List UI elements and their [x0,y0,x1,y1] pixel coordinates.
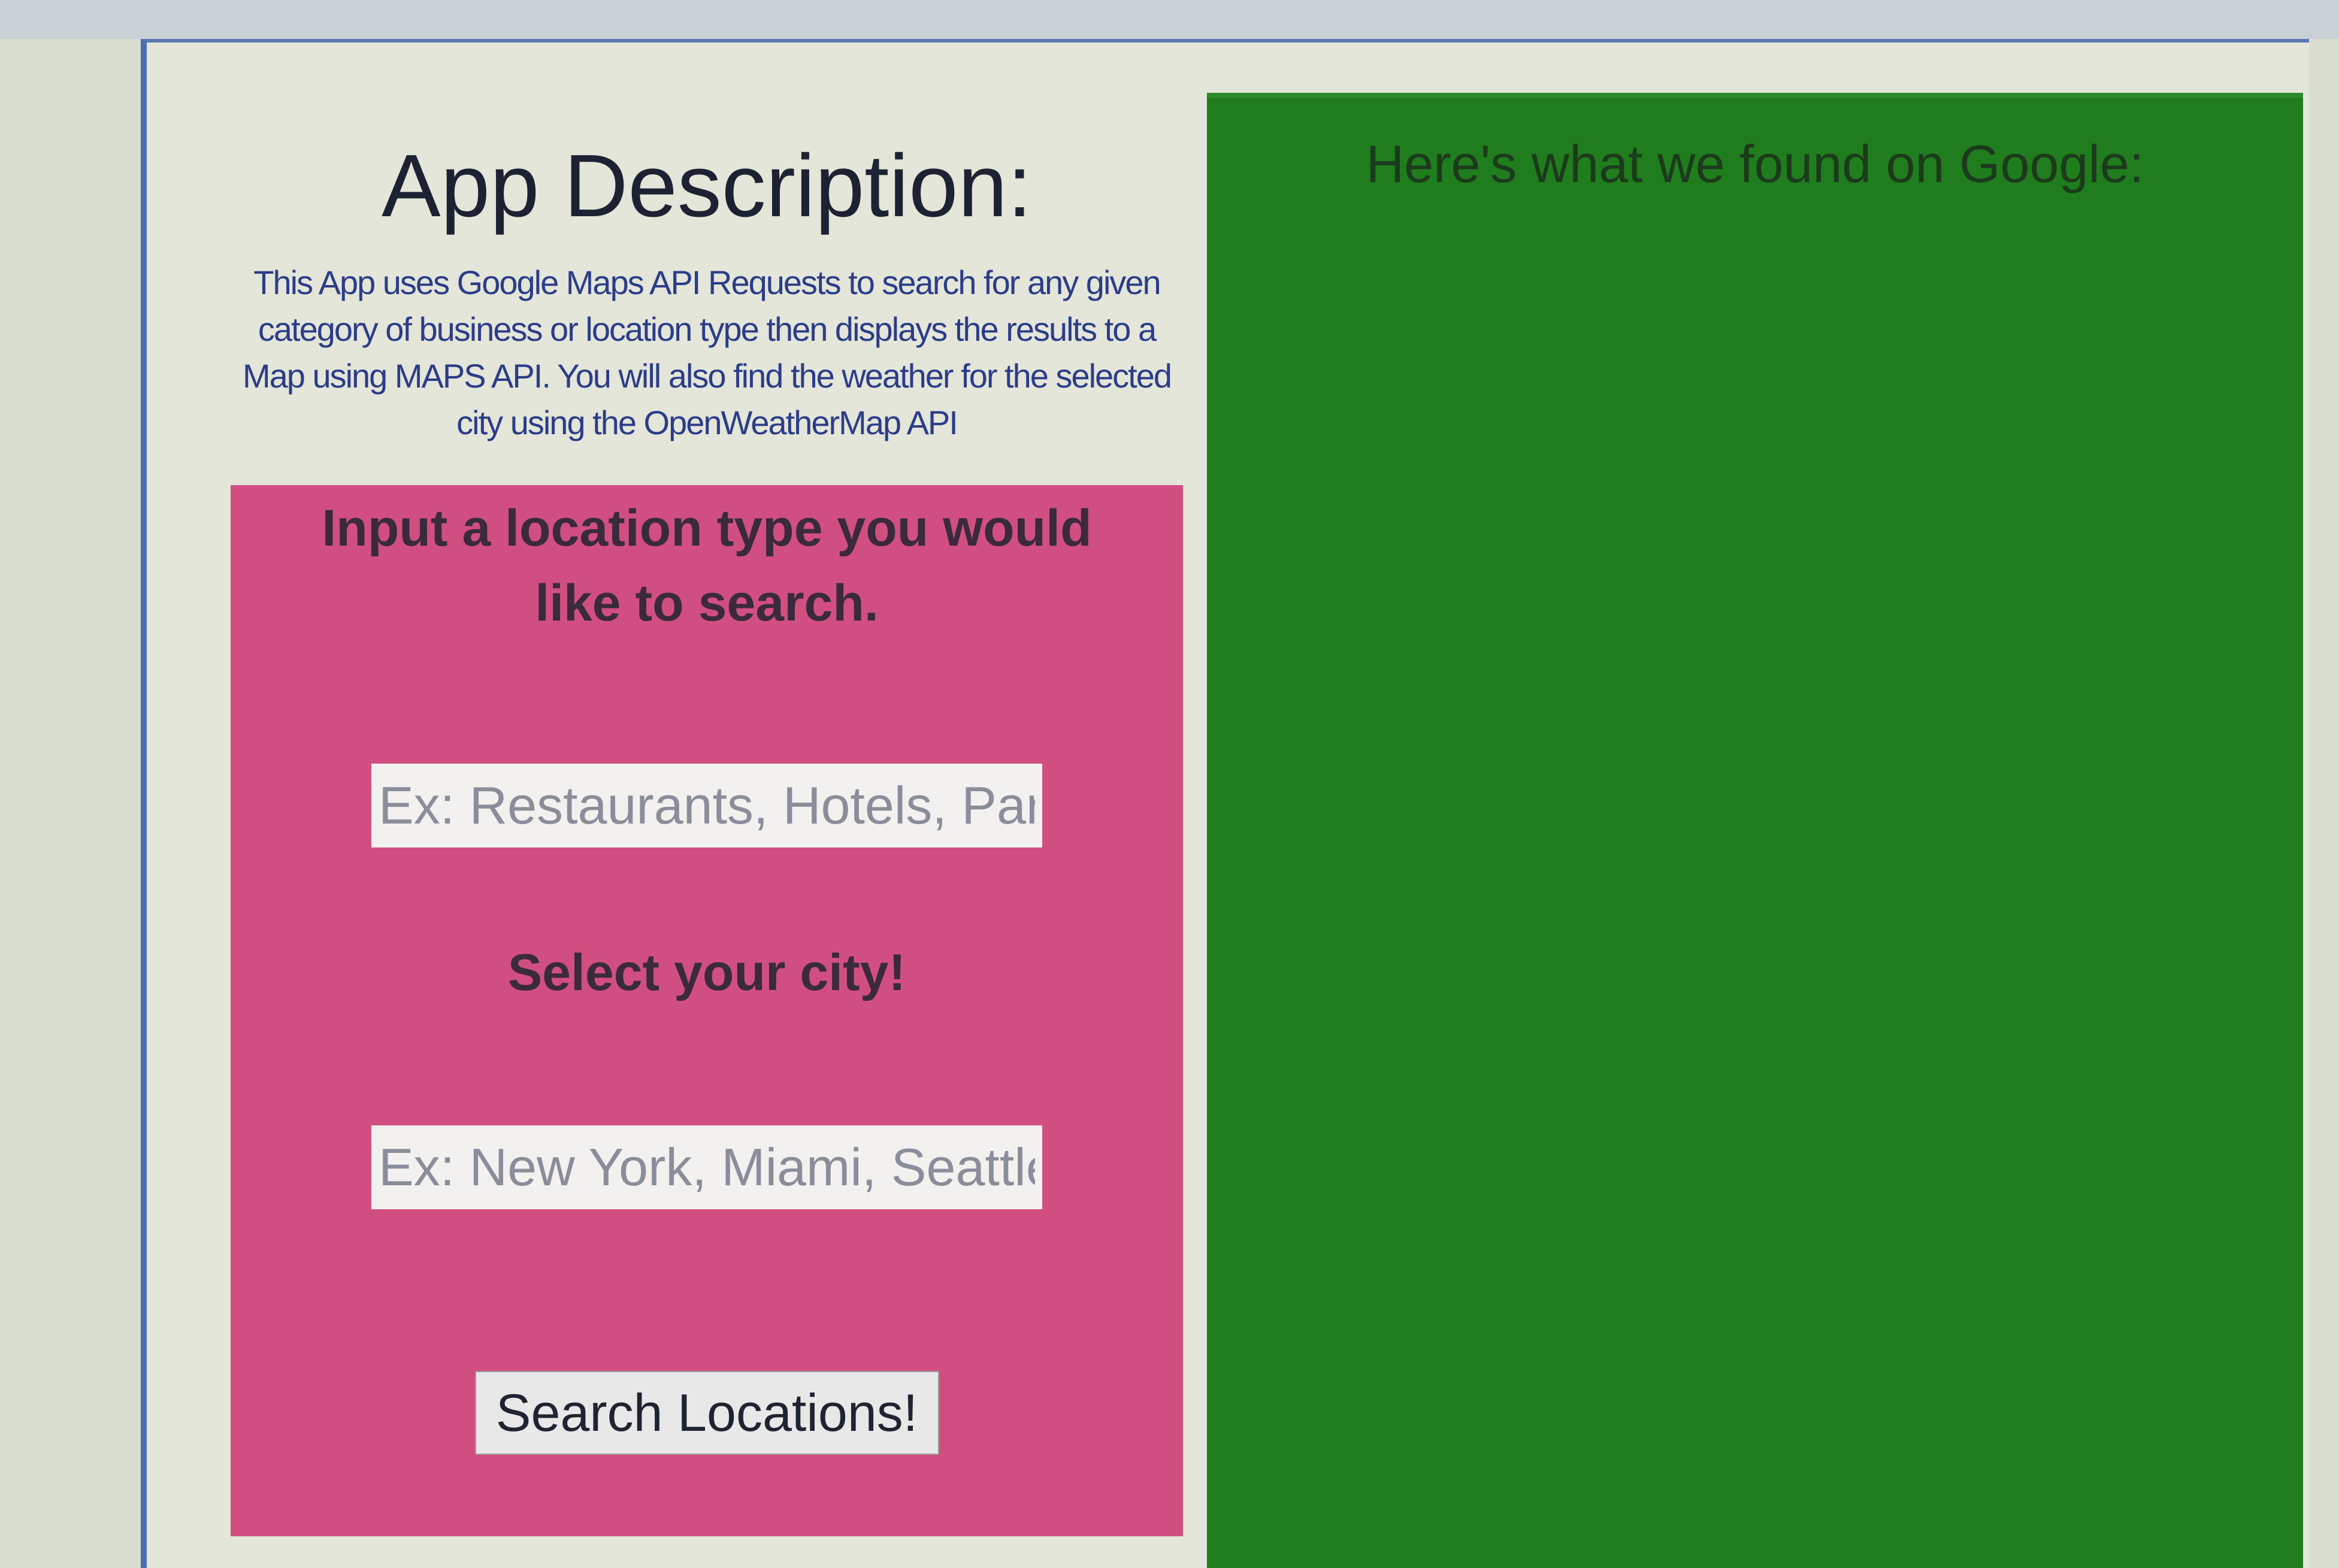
app-description-text: This App uses Google Maps API Requests t… [242,263,1172,441]
results-heading: Here's what we found on Google: [1366,134,2144,193]
search-locations-button[interactable]: Search Locations! [474,1371,939,1455]
results-panel: Here's what we found on Google: [1207,93,2303,1568]
city-select-label: Select your city! [507,944,906,1001]
app-description-section: App Description: This App uses Google Ma… [228,137,1186,446]
app-description-title: App Description: [382,137,1032,235]
city-input[interactable] [371,1125,1042,1209]
search-panel: Input a location type you would like to … [231,485,1183,1536]
location-type-prompt: Input a location type you would like to … [322,500,1092,632]
browser-top-strip [0,0,2339,39]
location-type-input[interactable] [371,764,1042,847]
